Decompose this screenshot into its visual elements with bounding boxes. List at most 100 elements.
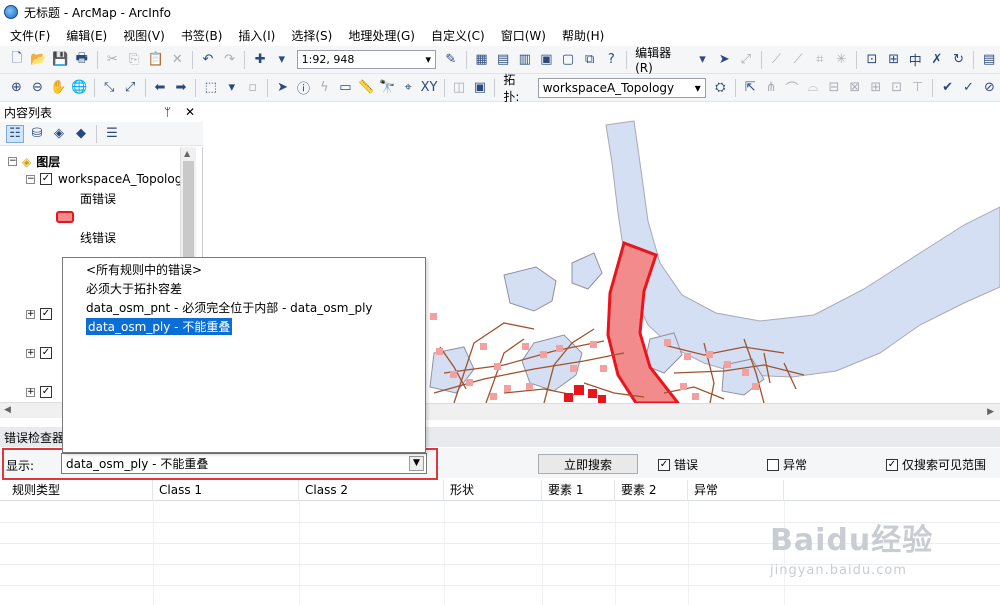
editor-menu[interactable]: 编辑器(R) [635,44,688,75]
copy-icon[interactable]: ⎘ [125,51,143,69]
reshape-edge-icon[interactable]: ⌒ [784,79,801,97]
exceptions-checkbox[interactable]: 异常 [767,456,807,473]
scroll-right-icon[interactable]: ▶ [987,407,994,417]
checkbox-checked[interactable]: ✓ [658,458,670,471]
menu-help[interactable]: 帮助(H) [562,27,604,44]
show-shared-features-icon[interactable]: ⋔ [763,79,780,97]
trace-icon[interactable]: ⌗ [811,51,829,69]
visible-extent-checkbox[interactable]: ✓ 仅搜索可见范围 [886,456,986,473]
cut-polygons-icon[interactable]: 中 [906,51,924,69]
toc-root-layers[interactable]: − ◈ 图层 [8,153,60,170]
python-window-icon[interactable]: ▢ [559,51,577,69]
topology-edit-tool-icon[interactable]: ⇱ [742,79,759,97]
menu-insert[interactable]: 插入(I) [238,27,275,44]
pan-icon[interactable]: ✋ [50,79,67,97]
fixed-zoom-out-icon[interactable]: ⤢ [122,79,139,97]
expand-icon[interactable]: + [26,348,35,358]
close-icon[interactable]: ✕ [185,105,195,119]
menu-windows[interactable]: 窗口(W) [501,27,546,44]
find-icon[interactable]: 🔭 [379,79,396,97]
column-rule-type[interactable]: 规则类型 [6,480,153,501]
planarize-icon[interactable]: ⊤ [909,79,926,97]
fixed-zoom-in-icon[interactable]: ⤡ [101,79,118,97]
expand-icon[interactable]: + [26,309,35,319]
toc-layer-topology[interactable]: − ✓ workspaceA_Topolog [26,172,182,186]
select-elements-icon[interactable]: ➤ [274,79,291,97]
menu-selection[interactable]: 选择(S) [291,27,332,44]
column-shape[interactable]: 形状 [444,480,542,501]
layer-visibility-checkbox[interactable]: ✓ [40,347,52,359]
what-is-this-icon[interactable]: ? [602,51,620,69]
error-inspector-icon[interactable]: ⊘ [981,79,998,97]
collapse-icon[interactable]: − [8,157,17,166]
edit-vertices-icon[interactable]: ⊡ [863,51,881,69]
rule-option-all[interactable]: <所有规则中的错误> [86,261,202,278]
column-class-2[interactable]: Class 2 [299,480,444,501]
menu-bookmarks[interactable]: 书签(B) [181,27,223,44]
editor-toolbar-icon[interactable]: ✎ [442,51,460,69]
new-document-icon[interactable]: 🗋 [8,51,26,69]
construct-features-icon[interactable]: ⊡ [888,79,905,97]
list-by-source-icon[interactable]: ⛁ [28,125,46,143]
column-exception[interactable]: 异常 [688,480,784,501]
column-feature-2[interactable]: 要素 2 [615,480,688,501]
split-icon[interactable]: ✗ [928,51,946,69]
expand-icon[interactable]: + [26,387,35,397]
delete-icon[interactable]: ✕ [168,51,186,69]
map-topology-icon[interactable]: ⛭ [712,79,729,97]
search-window-icon[interactable]: ▣ [538,51,556,69]
pin-icon[interactable]: ᛘ [164,105,171,119]
search-now-button[interactable]: 立即搜索 [538,454,638,474]
measure-icon[interactable]: 📏 [358,79,375,97]
end-point-arc-icon[interactable]: ⟋ [789,51,807,69]
generalize-edge-icon[interactable]: ⊠ [846,79,863,97]
zoom-out-icon[interactable]: ⊖ [29,79,46,97]
editor-dropdown-icon[interactable]: ▾ [694,51,712,69]
edit-annotation-icon[interactable]: ⤢ [737,51,755,69]
checkbox-checked[interactable]: ✓ [886,458,898,471]
back-arrow-icon[interactable]: ⬅ [152,79,169,97]
undo-icon[interactable]: ↶ [199,51,217,69]
menu-customize[interactable]: 自定义(C) [431,27,485,44]
zoom-in-icon[interactable]: ⊕ [8,79,25,97]
list-by-visibility-icon[interactable]: ◈ [50,125,68,143]
layer-visibility-checkbox[interactable]: ✓ [40,173,52,185]
errors-checkbox[interactable]: ✓ 错误 [658,456,698,473]
save-icon[interactable]: 💾 [51,51,69,69]
paste-icon[interactable]: 📋 [147,51,165,69]
collapse-icon[interactable]: − [26,174,35,184]
checkbox-unchecked[interactable] [767,458,779,471]
menu-file[interactable]: 文件(F) [10,27,50,44]
align-edge-icon[interactable]: ⊟ [825,79,842,97]
edit-tool-icon[interactable]: ➤ [715,51,733,69]
open-folder-icon[interactable]: 📂 [30,51,48,69]
options-icon[interactable]: ☰ [103,125,121,143]
point-icon[interactable]: ✳ [833,51,851,69]
column-class-1[interactable]: Class 1 [153,480,299,501]
rule-option-cluster-tolerance[interactable]: 必须大于拓扑容差 [86,280,182,297]
time-slider-icon[interactable]: ◫ [451,79,468,97]
menu-geoprocessing[interactable]: 地理处理(G) [348,27,415,44]
attributes-icon[interactable]: ▤ [980,51,998,69]
rule-option-no-overlap[interactable]: data_osm_ply - 不能重叠 [86,318,233,335]
identify-icon[interactable]: ⓘ [295,79,312,97]
straight-segment-icon[interactable]: ⟋ [768,51,786,69]
reshape-icon[interactable]: ⊞ [885,51,903,69]
rule-option-point-inside[interactable]: data_osm_pnt - 必须完全位于内部 - data_osm_ply [86,299,373,316]
html-popup-icon[interactable]: ▭ [337,79,354,97]
map-scale-combo[interactable]: 1:92, 948 ▾ [296,50,437,69]
list-by-drawing-order-icon[interactable]: ☷ [6,124,24,143]
dropdown-arrow-icon[interactable]: ▾ [223,79,240,97]
forward-arrow-icon[interactable]: ➡ [172,79,189,97]
scroll-left-icon[interactable]: ◀ [4,405,11,415]
catalog-window-icon[interactable]: ▤ [494,51,512,69]
rotate-icon[interactable]: ↻ [950,51,968,69]
toc-window-icon[interactable]: ▥ [516,51,534,69]
topology-select[interactable]: workspaceA_Topology ▾ [537,77,706,98]
layer-visibility-checkbox[interactable]: ✓ [40,308,52,320]
validate-topology-icon[interactable]: ✔ [939,79,956,97]
go-to-xy-icon[interactable]: XY [421,79,438,97]
create-viewer-window-icon[interactable]: ▣ [471,79,488,97]
add-data-icon[interactable]: ✚ [251,51,269,69]
clear-selection-icon[interactable]: ▫ [244,79,261,97]
